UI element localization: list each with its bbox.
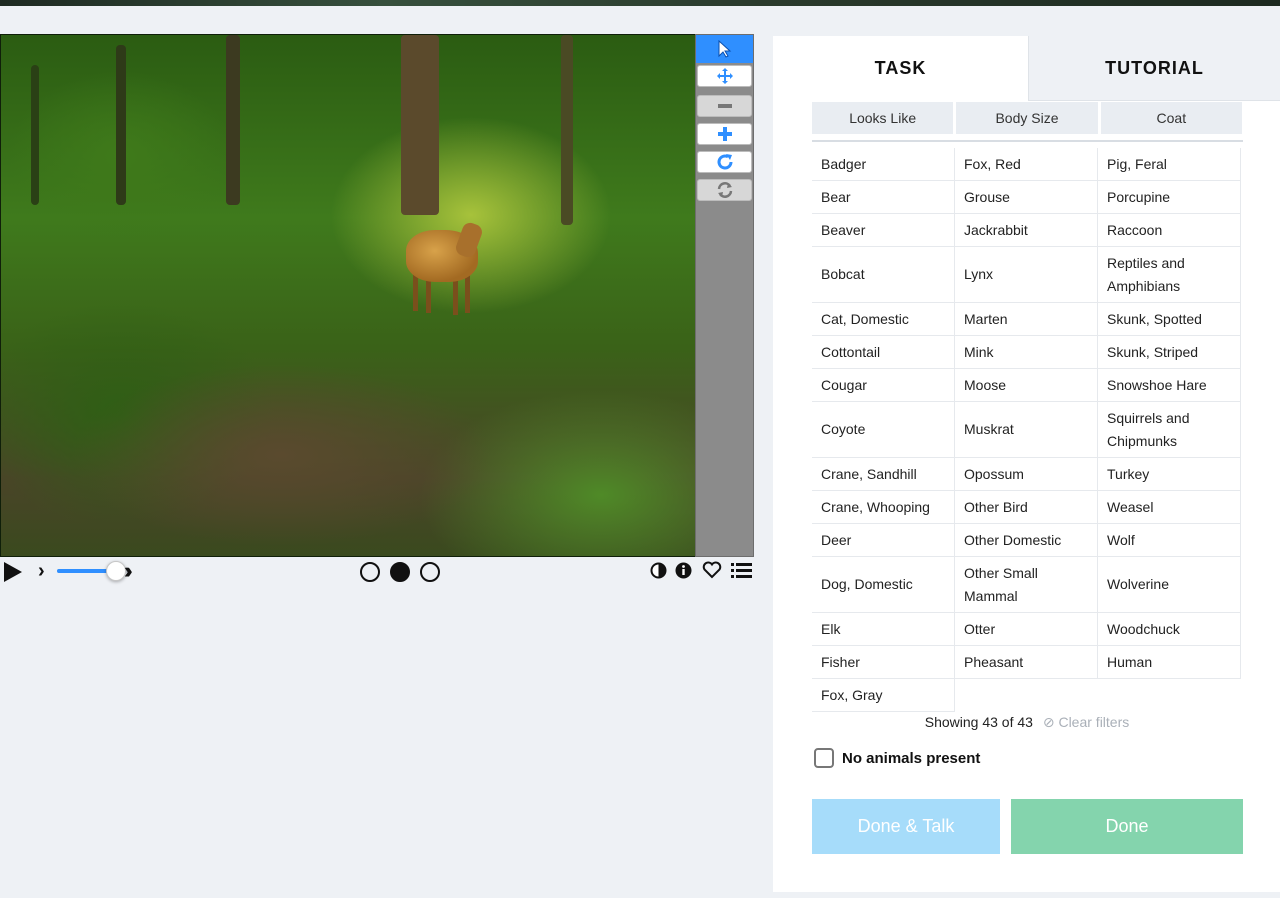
clear-filters-label: Clear filters [1058, 714, 1130, 730]
minus-icon [717, 104, 732, 108]
classifier-task-panel: TASK TUTORIAL Looks Like Body Size Coat … [773, 36, 1280, 892]
choice-item[interactable]: Grouse [955, 181, 1098, 214]
choice-column-3: Pig, Feral Porcupine Raccoon Reptiles and A… [1098, 148, 1241, 712]
choice-item[interactable]: Badger [812, 148, 955, 181]
invert-contrast-icon[interactable] [649, 561, 667, 579]
move-tool-button[interactable] [697, 65, 752, 87]
zoom-out-button[interactable] [697, 95, 752, 117]
clear-filters-link[interactable]: ⊘ Clear filters [1043, 714, 1129, 730]
choice-item[interactable]: Beaver [812, 214, 955, 247]
choice-item[interactable]: Jackrabbit [955, 214, 1098, 247]
choice-item[interactable]: Skunk, Striped [1098, 336, 1241, 369]
no-animals-label: No animals present [842, 749, 981, 767]
done-and-talk-button[interactable]: Done & Talk [812, 799, 1000, 854]
refresh-icon [717, 182, 732, 198]
choice-item[interactable]: Bear [812, 181, 955, 214]
choice-item[interactable]: Crane, Whooping [812, 491, 955, 524]
choice-item[interactable]: Wolverine [1098, 557, 1241, 613]
choice-item[interactable]: Pig, Feral [1098, 148, 1241, 181]
choice-item[interactable]: Fox, Gray [812, 679, 955, 712]
pointer-tool-button[interactable] [696, 35, 753, 63]
choice-column-1: Badger Bear Beaver Bobcat Cat, Domestic Cotto… [812, 148, 955, 712]
frame-dot[interactable] [420, 562, 440, 582]
choice-item[interactable]: Opossum [955, 458, 1098, 491]
top-banner-strip [0, 0, 1280, 6]
subject-image-viewer[interactable] [0, 34, 696, 557]
move-arrows-icon [716, 68, 733, 84]
filter-divider [812, 140, 1243, 142]
choice-item[interactable]: Marten [955, 303, 1098, 336]
choice-item[interactable]: Cat, Domestic [812, 303, 955, 336]
choice-item[interactable]: Coyote [812, 402, 955, 458]
filter-body-size-button[interactable]: Body Size [956, 102, 1098, 134]
choice-item[interactable]: Elk [812, 613, 955, 646]
choice-item[interactable]: Cougar [812, 369, 955, 402]
task-tabs: TASK TUTORIAL [773, 36, 1280, 101]
ban-icon: ⊘ [1042, 714, 1055, 730]
choice-item[interactable]: Deer [812, 524, 955, 557]
choice-column-2: Fox, Red Grouse Jackrabbit Lynx Marten Mink Mo… [955, 148, 1098, 712]
choice-item[interactable]: Mink [955, 336, 1098, 369]
choice-item[interactable]: Dog, Domestic [812, 557, 955, 613]
play-icon[interactable] [4, 562, 22, 582]
frame-dot[interactable] [360, 562, 380, 582]
showing-count: Showing 43 of 43 [924, 714, 1033, 730]
choice-item[interactable]: Otter [955, 613, 1098, 646]
rotate-button[interactable] [697, 151, 752, 173]
fast-forward-icon[interactable]: ›› [124, 558, 132, 584]
choice-item[interactable]: Moose [955, 369, 1098, 402]
speed-slider[interactable] [57, 561, 131, 581]
plus-icon [717, 127, 732, 141]
filter-coat-button[interactable]: Coat [1100, 102, 1242, 134]
choice-item[interactable]: Other Bird [955, 491, 1098, 524]
choice-item[interactable]: Wolf [1098, 524, 1241, 557]
choice-item[interactable]: Fisher [812, 646, 955, 679]
viewer-toolbar [695, 34, 754, 557]
no-animals-option[interactable]: No animals present [814, 748, 980, 768]
no-animals-checkbox[interactable] [814, 748, 834, 768]
choice-item[interactable]: Squirrels and Chipmunks [1098, 402, 1241, 458]
showing-count-row: Showing 43 of 43 ⊘ Clear filters [812, 714, 1242, 731]
choice-item[interactable]: Porcupine [1098, 181, 1241, 214]
filter-looks-like-button[interactable]: Looks Like [812, 102, 954, 134]
rotate-icon [717, 154, 732, 170]
trail-camera-photo [1, 35, 695, 556]
choice-item[interactable]: Snowshoe Hare [1098, 369, 1241, 402]
tab-tutorial[interactable]: TUTORIAL [1028, 36, 1280, 101]
choice-item[interactable]: Other Small Mammal [955, 557, 1098, 613]
playback-controls: › ›› [0, 557, 754, 585]
choice-item[interactable]: Muskrat [955, 402, 1098, 458]
choice-item[interactable]: Crane, Sandhill [812, 458, 955, 491]
reset-button[interactable] [697, 179, 752, 201]
choice-item[interactable]: Turkey [1098, 458, 1241, 491]
tab-task[interactable]: TASK [773, 36, 1028, 101]
choice-item[interactable]: Lynx [955, 247, 1098, 303]
favorite-heart-icon[interactable] [702, 561, 722, 579]
frame-indicator [360, 562, 440, 582]
choice-item[interactable]: Other Domestic [955, 524, 1098, 557]
choice-item[interactable]: Raccoon [1098, 214, 1241, 247]
choice-item[interactable]: Woodchuck [1098, 613, 1241, 646]
filter-bar: Looks Like Body Size Coat [812, 102, 1242, 134]
done-button[interactable]: Done [1011, 799, 1243, 854]
step-forward-icon[interactable]: › [38, 560, 45, 583]
choice-item[interactable]: Pheasant [955, 646, 1098, 679]
collections-list-icon[interactable] [731, 561, 752, 579]
choice-item[interactable]: Human [1098, 646, 1241, 679]
choice-item[interactable]: Weasel [1098, 491, 1241, 524]
choice-item[interactable]: Skunk, Spotted [1098, 303, 1241, 336]
choice-item[interactable]: Fox, Red [955, 148, 1098, 181]
species-choice-grid: Badger Bear Beaver Bobcat Cat, Domestic Cotto… [812, 148, 1242, 712]
choice-item[interactable]: Cottontail [812, 336, 955, 369]
choice-item[interactable]: Bobcat [812, 247, 955, 303]
frame-dot[interactable] [390, 562, 410, 582]
zoom-in-button[interactable] [697, 123, 752, 145]
cursor-arrow-icon [718, 40, 731, 58]
choice-item[interactable]: Reptiles and Amphibians [1098, 247, 1241, 303]
info-icon[interactable] [674, 561, 692, 579]
